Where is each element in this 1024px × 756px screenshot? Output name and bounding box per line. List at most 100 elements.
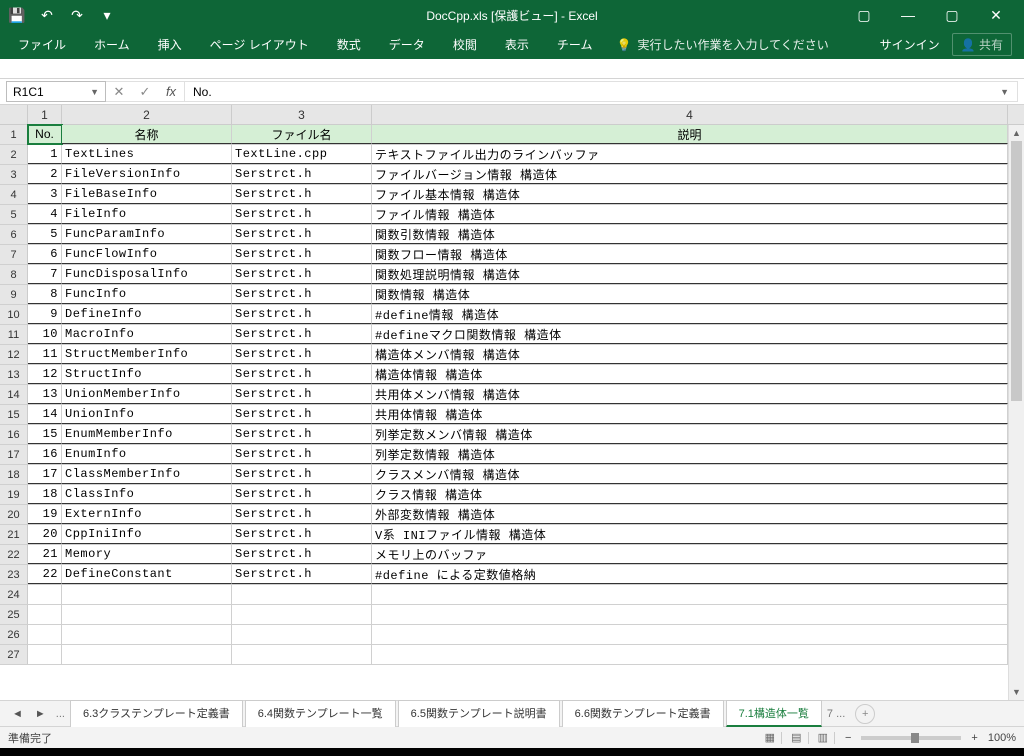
- cell-name[interactable]: ClassInfo: [62, 485, 232, 504]
- select-all-corner[interactable]: [0, 105, 28, 124]
- tab-file[interactable]: ファイル: [4, 30, 80, 59]
- formula-input[interactable]: No. ▼: [185, 81, 1018, 102]
- cell-name[interactable]: MacroInfo: [62, 325, 232, 344]
- close-icon[interactable]: ✕: [974, 0, 1018, 30]
- row-header[interactable]: 4: [0, 185, 28, 204]
- cell-desc[interactable]: #define による定数値格納: [372, 565, 1008, 584]
- cell-file[interactable]: Serstrct.h: [232, 505, 372, 524]
- col-header-1[interactable]: 1: [28, 105, 62, 124]
- cell[interactable]: [232, 645, 372, 664]
- scrollbar-thumb[interactable]: [1011, 141, 1022, 401]
- sheet-tab[interactable]: 7.1構造体一覧: [726, 700, 822, 727]
- tab-view[interactable]: 表示: [491, 30, 543, 59]
- zoom-in-button[interactable]: +: [971, 732, 977, 744]
- zoom-slider[interactable]: [861, 736, 961, 740]
- cell-desc[interactable]: クラスメンバ情報 構造体: [372, 465, 1008, 484]
- row-header[interactable]: 12: [0, 345, 28, 364]
- row-header[interactable]: 14: [0, 385, 28, 404]
- row-header[interactable]: 10: [0, 305, 28, 324]
- sheet-tab[interactable]: 6.4関数テンプレート一覧: [245, 700, 396, 727]
- cell-name[interactable]: Memory: [62, 545, 232, 564]
- cell-file[interactable]: Serstrct.h: [232, 305, 372, 324]
- view-page-layout-icon[interactable]: ▤: [785, 732, 808, 744]
- cancel-icon[interactable]: ✕: [106, 84, 132, 100]
- sheet-tab[interactable]: 6.6関数テンプレート定義書: [562, 700, 724, 727]
- undo-icon[interactable]: ↶: [36, 4, 58, 26]
- cell-no[interactable]: 7: [28, 265, 62, 284]
- cell-header-desc[interactable]: 説明: [372, 125, 1008, 144]
- zoom-knob[interactable]: [911, 733, 919, 743]
- tab-home[interactable]: ホーム: [80, 30, 144, 59]
- cell[interactable]: [28, 605, 62, 624]
- cell-name[interactable]: StructMemberInfo: [62, 345, 232, 364]
- zoom-level[interactable]: 100%: [988, 732, 1016, 744]
- cell-name[interactable]: FuncDisposalInfo: [62, 265, 232, 284]
- row-header[interactable]: 13: [0, 365, 28, 384]
- minimize-icon[interactable]: —: [886, 0, 930, 30]
- row-header[interactable]: 18: [0, 465, 28, 484]
- row-header[interactable]: 19: [0, 485, 28, 504]
- cell-no[interactable]: 5: [28, 225, 62, 244]
- chevron-down-icon[interactable]: ▼: [90, 87, 99, 97]
- cell-desc[interactable]: 関数処理説明情報 構造体: [372, 265, 1008, 284]
- row-header[interactable]: 9: [0, 285, 28, 304]
- cell-file[interactable]: Serstrct.h: [232, 545, 372, 564]
- cell[interactable]: [372, 625, 1008, 644]
- cell[interactable]: [372, 645, 1008, 664]
- cell-name[interactable]: DefineConstant: [62, 565, 232, 584]
- view-page-break-icon[interactable]: ▥: [812, 732, 835, 744]
- cell-desc[interactable]: 列挙定数情報 構造体: [372, 445, 1008, 464]
- cell-file[interactable]: Serstrct.h: [232, 205, 372, 224]
- cell-no[interactable]: 3: [28, 185, 62, 204]
- cell-file[interactable]: Serstrct.h: [232, 565, 372, 584]
- signin-link[interactable]: サインイン: [880, 36, 940, 53]
- cell-desc[interactable]: 関数フロー情報 構造体: [372, 245, 1008, 264]
- cell-name[interactable]: CppIniInfo: [62, 525, 232, 544]
- cell-desc[interactable]: V系 INIファイル情報 構造体: [372, 525, 1008, 544]
- cell-no[interactable]: 2: [28, 165, 62, 184]
- cell-name[interactable]: ClassMemberInfo: [62, 465, 232, 484]
- view-normal-icon[interactable]: ▦: [759, 732, 782, 744]
- col-header-4[interactable]: 4: [372, 105, 1008, 124]
- zoom-out-button[interactable]: −: [845, 732, 851, 744]
- cell[interactable]: [372, 605, 1008, 624]
- cell-header-file[interactable]: ファイル名: [232, 125, 372, 144]
- cell-file[interactable]: Serstrct.h: [232, 265, 372, 284]
- redo-icon[interactable]: ↷: [66, 4, 88, 26]
- cell-no[interactable]: 15: [28, 425, 62, 444]
- tab-page-layout[interactable]: ページ レイアウト: [196, 30, 323, 59]
- cell-name[interactable]: FileBaseInfo: [62, 185, 232, 204]
- cell-desc[interactable]: 構造体メンバ情報 構造体: [372, 345, 1008, 364]
- row-header[interactable]: 16: [0, 425, 28, 444]
- qat-more-icon[interactable]: ▾: [96, 4, 118, 26]
- cell-file[interactable]: Serstrct.h: [232, 325, 372, 344]
- cell-no[interactable]: 16: [28, 445, 62, 464]
- name-box[interactable]: R1C1 ▼: [6, 81, 106, 102]
- cell-desc[interactable]: 外部変数情報 構造体: [372, 505, 1008, 524]
- cell-desc[interactable]: ファイルバージョン情報 構造体: [372, 165, 1008, 184]
- tab-formulas[interactable]: 数式: [323, 30, 375, 59]
- cell-file[interactable]: Serstrct.h: [232, 425, 372, 444]
- row-header[interactable]: 15: [0, 405, 28, 424]
- cell-no[interactable]: 22: [28, 565, 62, 584]
- cell-no[interactable]: 14: [28, 405, 62, 424]
- cell-header-no[interactable]: No.: [28, 125, 62, 144]
- cell[interactable]: [372, 585, 1008, 604]
- row-header[interactable]: 2: [0, 145, 28, 164]
- cell-name[interactable]: FuncInfo: [62, 285, 232, 304]
- cell-name[interactable]: UnionInfo: [62, 405, 232, 424]
- cell[interactable]: [62, 585, 232, 604]
- row-header[interactable]: 5: [0, 205, 28, 224]
- cell-desc[interactable]: 構造体情報 構造体: [372, 365, 1008, 384]
- cell-no[interactable]: 6: [28, 245, 62, 264]
- cell-file[interactable]: Serstrct.h: [232, 285, 372, 304]
- cell-header-name[interactable]: 名称: [62, 125, 232, 144]
- ribbon-options-icon[interactable]: ▢: [842, 0, 886, 30]
- sheet-tab[interactable]: 6.3クラステンプレート定義書: [70, 700, 243, 727]
- cell-desc[interactable]: #define情報 構造体: [372, 305, 1008, 324]
- cell[interactable]: [62, 645, 232, 664]
- cell-no[interactable]: 4: [28, 205, 62, 224]
- cell-desc[interactable]: 列挙定数メンバ情報 構造体: [372, 425, 1008, 444]
- row-header[interactable]: 26: [0, 625, 28, 644]
- maximize-icon[interactable]: ▢: [930, 0, 974, 30]
